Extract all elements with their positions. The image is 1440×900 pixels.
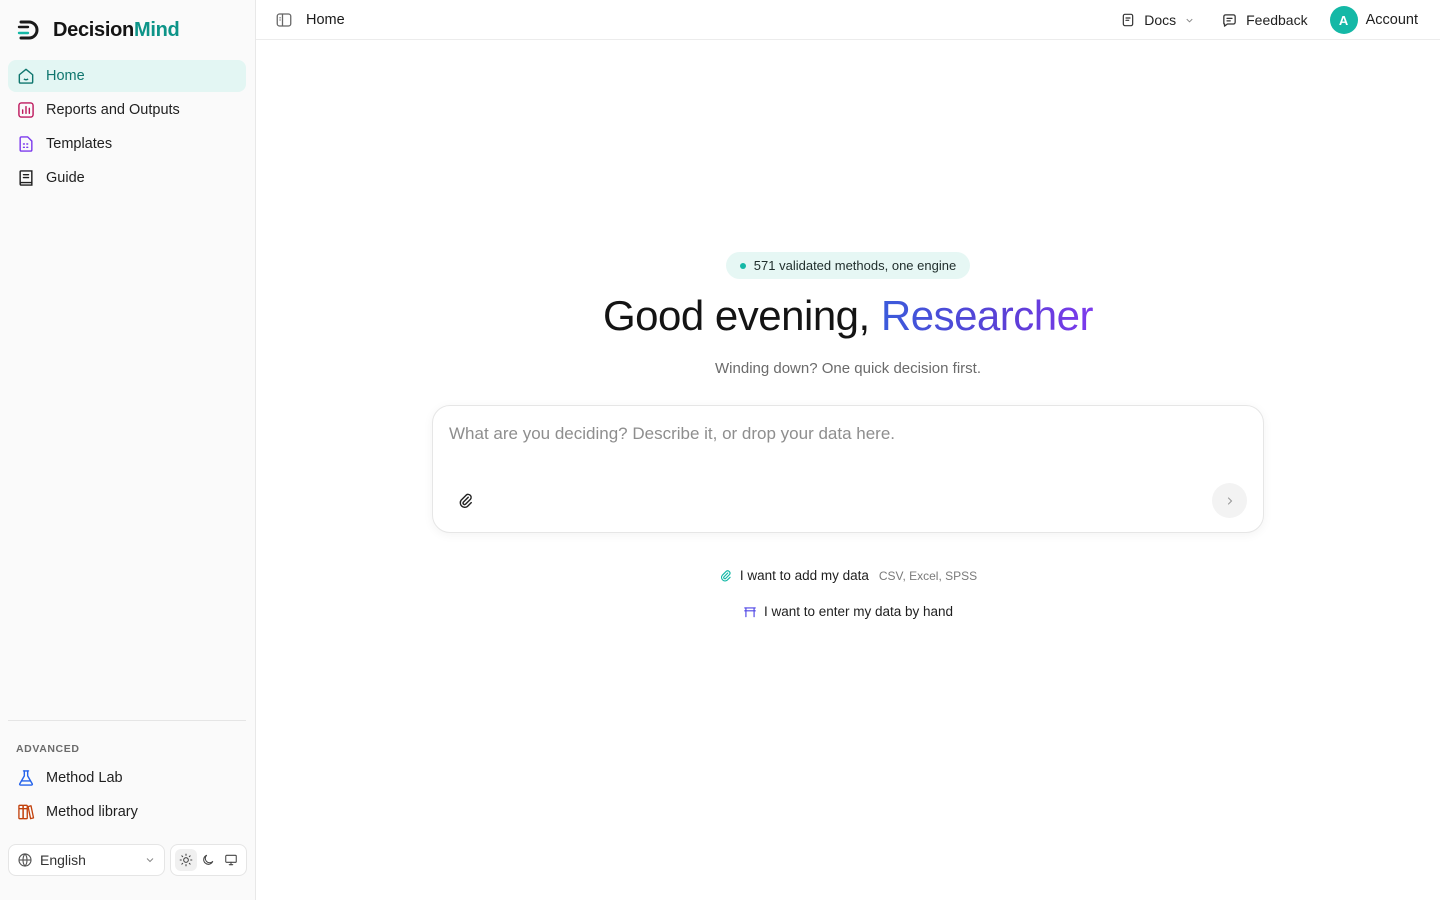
sidebar-item-method-lab[interactable]: Method Lab	[8, 762, 246, 794]
sidebar-item-label: Home	[46, 68, 85, 84]
decision-input[interactable]	[449, 424, 1239, 474]
top-actions: Docs Feedback A Account	[1120, 0, 1418, 40]
topbar: Home Docs Feedback A Account	[256, 0, 1440, 40]
brand[interactable]: DecisionMind	[17, 17, 180, 43]
badge-text: 571 validated methods, one engine	[753, 258, 957, 273]
sidebar-item-reports[interactable]: Reports and Outputs	[8, 94, 246, 126]
home-icon	[18, 68, 34, 84]
main-nav: Home Reports and Outputs Templates Guide	[8, 60, 246, 196]
page-title: Good evening, Researcher	[603, 292, 1094, 339]
quick-action-add-data[interactable]: I want to add my data CSV, Excel, SPSS	[256, 568, 1440, 583]
logo-icon	[17, 20, 39, 40]
sidebar-item-label: Guide	[46, 170, 85, 186]
sun-icon	[179, 853, 193, 867]
account-label: Account	[1365, 12, 1418, 28]
brand-name: DecisionMind	[53, 18, 180, 41]
feedback-label: Feedback	[1246, 12, 1308, 28]
monitor-icon	[225, 854, 237, 866]
composer	[432, 405, 1264, 533]
sidebar-item-templates[interactable]: Templates	[8, 128, 246, 160]
status-dot	[739, 262, 746, 269]
paperclip-icon	[720, 569, 731, 581]
paperclip-icon	[459, 493, 472, 508]
sidebar-item-label: Method library	[46, 804, 138, 820]
greeting-name: Researcher	[880, 292, 1094, 339]
subtitle: Winding down? One quick decision first.	[715, 360, 981, 377]
library-icon	[18, 804, 35, 820]
chevron-right-icon	[1227, 496, 1232, 505]
sidebar-item-home[interactable]: Home	[8, 60, 246, 92]
theme-switch	[170, 844, 247, 876]
chevron-down-icon	[146, 858, 154, 863]
docs-icon	[1122, 13, 1134, 27]
quick-action-hint: CSV, Excel, SPSS	[878, 568, 978, 583]
sidebar-toggle-icon[interactable]	[275, 11, 293, 29]
account-button[interactable]: A Account	[1329, 6, 1418, 34]
section-label-advanced: ADVANCED	[16, 743, 80, 755]
book-icon	[19, 170, 33, 186]
avatar: A	[1329, 6, 1358, 34]
sidebar-item-method-library[interactable]: Method library	[8, 796, 246, 828]
docs-menu-button[interactable]: Docs	[1120, 12, 1195, 28]
table-icon	[744, 606, 756, 617]
quick-action-label: I want to add my data	[739, 568, 869, 583]
feedback-button[interactable]: Feedback	[1221, 12, 1308, 29]
quick-action-enter-data[interactable]: I want to enter my data by hand	[256, 604, 1440, 619]
message-icon	[1223, 13, 1236, 27]
template-icon	[19, 136, 33, 152]
bar-chart-icon	[18, 102, 34, 118]
docs-label: Docs	[1144, 12, 1177, 28]
sidebar: DecisionMind Home Reports and Outputs Te…	[0, 0, 256, 900]
flask-icon	[18, 770, 34, 786]
chevron-down-icon	[1186, 18, 1193, 23]
theme-dark-button[interactable]	[197, 849, 219, 871]
sidebar-divider	[8, 720, 246, 721]
language-value: English	[40, 852, 86, 868]
language-select[interactable]: English	[8, 844, 165, 876]
theme-light-button[interactable]	[175, 849, 198, 871]
moon-icon	[203, 854, 214, 865]
globe-icon	[18, 853, 32, 867]
theme-system-button[interactable]	[220, 849, 242, 871]
advanced-nav: Method Lab Method library	[8, 762, 246, 830]
breadcrumb: Home	[306, 12, 345, 28]
attach-button[interactable]	[455, 490, 477, 512]
sidebar-item-label: Reports and Outputs	[46, 102, 180, 118]
methods-badge: 571 validated methods, one engine	[726, 252, 970, 279]
send-button[interactable]	[1212, 483, 1247, 518]
quick-action-label: I want to enter my data by hand	[763, 604, 954, 619]
sidebar-item-guide[interactable]: Guide	[8, 162, 246, 194]
sidebar-item-label: Method Lab	[46, 770, 123, 786]
sidebar-item-label: Templates	[46, 136, 113, 152]
